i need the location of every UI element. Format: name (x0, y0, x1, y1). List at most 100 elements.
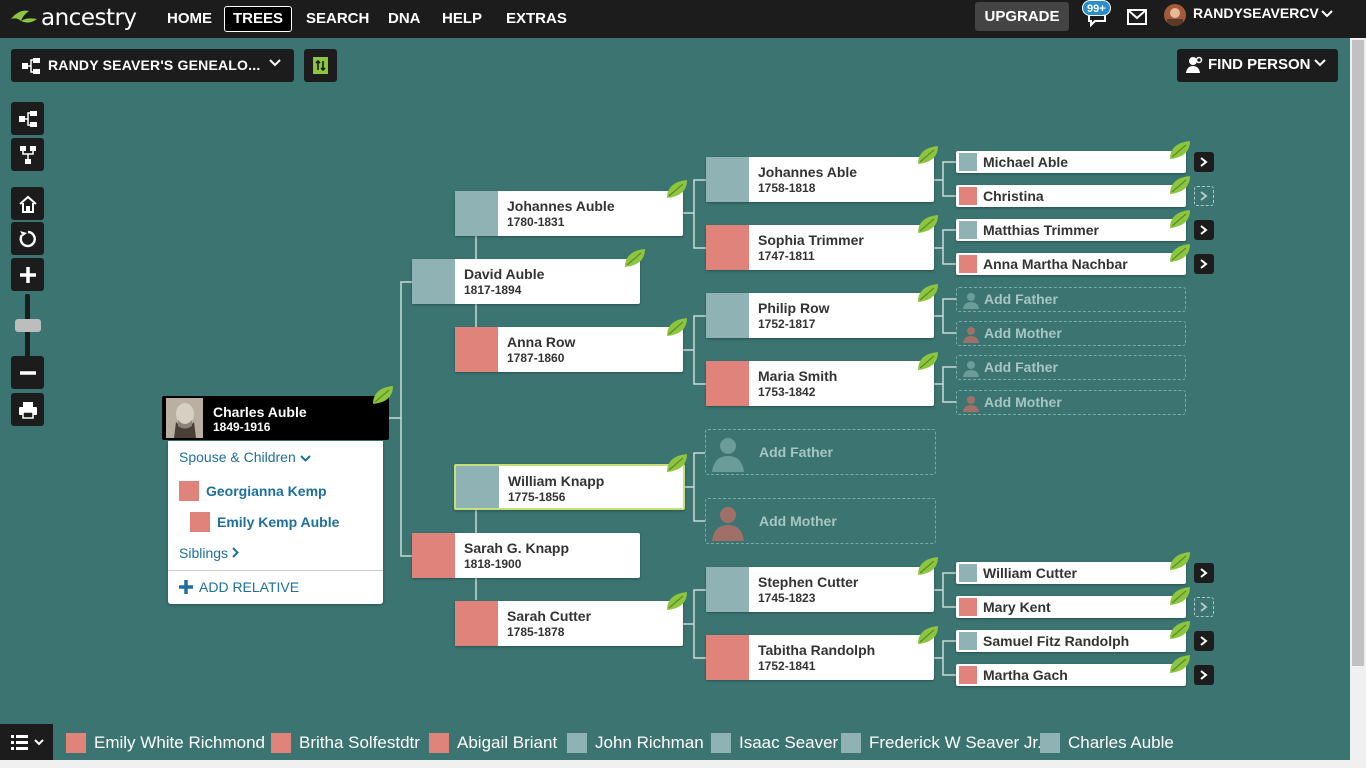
hint-leaf-icon[interactable] (1168, 242, 1192, 264)
zoom-in-button[interactable] (11, 258, 44, 291)
person-card-small[interactable]: Christina (956, 185, 1186, 207)
person-name: Mary Kent (983, 599, 1051, 615)
recent-person-link[interactable]: Frederick W Seaver Jr. (841, 732, 1042, 754)
add-mother-button[interactable]: Add Mother (705, 498, 936, 544)
expand-ancestors-button[interactable] (1194, 597, 1214, 617)
tree-view-toggle-button[interactable] (304, 49, 337, 82)
add-relative-button[interactable]: ADD RELATIVE (178, 579, 299, 595)
person-name: Anna Martha Nachbar (983, 256, 1128, 272)
recent-person-link[interactable]: Isaac Seaver (711, 732, 838, 754)
print-button[interactable] (11, 393, 44, 426)
hint-leaf-icon[interactable] (1168, 174, 1192, 196)
recent-list-button[interactable] (0, 724, 53, 760)
ancestry-logo[interactable]: ancestry (9, 4, 137, 32)
hint-leaf-icon[interactable] (916, 555, 940, 577)
hint-leaf-icon[interactable] (1168, 550, 1192, 572)
expand-ancestors-button[interactable] (1194, 631, 1214, 651)
recent-person-link[interactable]: John Richman (567, 732, 704, 754)
tree-selector[interactable]: RANDY SEAVER'S GENEALO... (11, 49, 294, 82)
person-card[interactable]: Maria Smith 1753-1842 (706, 361, 934, 406)
find-person-button[interactable]: FIND PERSON (1177, 49, 1338, 82)
person-card[interactable]: Stephen Cutter 1745-1823 (706, 567, 934, 612)
hint-leaf-icon[interactable] (916, 144, 940, 166)
hint-leaf-icon[interactable] (623, 247, 647, 269)
nav-extras[interactable]: EXTRAS (498, 6, 575, 32)
family-view-button[interactable] (11, 138, 44, 171)
hint-leaf-icon[interactable] (665, 316, 689, 338)
pedigree-view-button[interactable] (11, 102, 44, 135)
user-avatar[interactable] (1164, 4, 1186, 26)
hint-leaf-icon[interactable] (916, 282, 940, 304)
person-card-small[interactable]: Matthias Trimmer (956, 219, 1186, 241)
add-father-button[interactable]: Add Father (956, 287, 1186, 312)
recent-person-link[interactable]: Britha Solfestdtr (271, 732, 420, 754)
home-button[interactable] (11, 187, 44, 220)
person-card-small[interactable]: Michael Able (956, 151, 1186, 173)
spouse-link[interactable]: Georgianna Kemp (179, 481, 327, 501)
scrollbar-thumb[interactable] (1352, 40, 1364, 666)
expand-ancestors-button[interactable] (1194, 152, 1214, 172)
person-card-small[interactable]: Samuel Fitz Randolph (956, 630, 1186, 652)
horizontal-scrollbar[interactable] (0, 760, 1350, 768)
person-card[interactable]: Sophia Trimmer 1747-1811 (706, 225, 934, 270)
expand-ancestors-button[interactable] (1194, 220, 1214, 240)
person-card[interactable]: Sarah G. Knapp 1818-1900 (412, 533, 640, 578)
hint-leaf-icon[interactable] (1168, 619, 1192, 641)
expand-ancestors-button[interactable] (1194, 254, 1214, 274)
person-card[interactable]: Johannes Auble 1780-1831 (455, 191, 683, 236)
zoom-slider-handle[interactable] (15, 319, 41, 332)
hint-leaf-icon[interactable] (916, 350, 940, 372)
reset-button[interactable] (11, 222, 44, 255)
hint-leaf-icon[interactable] (1168, 208, 1192, 230)
expand-ancestors-button[interactable] (1194, 665, 1214, 685)
person-card-small[interactable]: William Cutter (956, 562, 1186, 584)
notifications-button[interactable]: 99+ (1082, 0, 1111, 33)
nav-home[interactable]: HOME (159, 6, 220, 32)
recent-person-link[interactable]: Abigail Briant (429, 732, 557, 754)
nav-trees[interactable]: TREES (224, 6, 293, 32)
zoom-out-button[interactable] (11, 356, 44, 389)
male-avatar-icon (959, 632, 977, 650)
person-card[interactable]: Philip Row 1752-1817 (706, 293, 934, 338)
person-card-small[interactable]: Anna Martha Nachbar (956, 253, 1186, 275)
add-father-button[interactable]: Add Father (956, 355, 1186, 380)
child-link[interactable]: Emily Kemp Auble (190, 512, 339, 532)
hint-leaf-icon[interactable] (916, 624, 940, 646)
expand-ancestors-button[interactable] (1194, 563, 1214, 583)
root-person-card[interactable]: Charles Auble 1849-1916 (162, 396, 389, 440)
person-card-small[interactable]: Martha Gach (956, 664, 1186, 686)
expand-ancestors-button[interactable] (1194, 186, 1214, 206)
male-silhouette-icon (706, 157, 749, 202)
hint-leaf-icon[interactable] (371, 384, 395, 406)
hint-leaf-icon[interactable] (665, 178, 689, 200)
nav-search[interactable]: SEARCH (298, 6, 377, 32)
recent-person-link[interactable]: Emily White Richmond (66, 732, 265, 754)
siblings-toggle[interactable]: Siblings (179, 545, 239, 561)
chevron-down-icon[interactable] (1321, 10, 1333, 18)
hint-leaf-icon[interactable] (665, 590, 689, 612)
find-person-icon (1186, 56, 1203, 73)
person-card[interactable]: Anna Row 1787-1860 (455, 327, 683, 372)
upgrade-button[interactable]: UPGRADE (975, 2, 1069, 31)
person-card-selected[interactable]: William Knapp 1775-1856 (454, 464, 685, 510)
nav-help[interactable]: HELP (434, 6, 490, 32)
recent-person-name: Frederick W Seaver Jr. (869, 733, 1042, 752)
recent-person-link[interactable]: Charles Auble (1040, 732, 1174, 754)
person-card[interactable]: Tabitha Randolph 1752-1841 (706, 635, 934, 680)
person-card[interactable]: Sarah Cutter 1785-1878 (455, 601, 683, 646)
hint-leaf-icon[interactable] (665, 452, 689, 474)
add-father-button[interactable]: Add Father (705, 429, 936, 475)
person-card-small[interactable]: Mary Kent (956, 596, 1186, 618)
add-mother-button[interactable]: Add Mother (956, 321, 1186, 346)
spouse-children-toggle[interactable]: Spouse & Children (179, 449, 311, 465)
nav-dna[interactable]: DNA (380, 6, 429, 32)
person-card[interactable]: Johannes Able 1758-1818 (706, 157, 934, 202)
mail-icon[interactable] (1127, 9, 1147, 25)
hint-leaf-icon[interactable] (916, 213, 940, 235)
hint-leaf-icon[interactable] (1168, 585, 1192, 607)
hint-leaf-icon[interactable] (1168, 139, 1192, 161)
hint-leaf-icon[interactable] (1168, 653, 1192, 675)
person-card[interactable]: David Auble 1817-1894 (412, 259, 640, 304)
add-mother-button[interactable]: Add Mother (956, 390, 1186, 415)
username-menu[interactable]: RANDYSEAVERCV (1193, 5, 1319, 21)
